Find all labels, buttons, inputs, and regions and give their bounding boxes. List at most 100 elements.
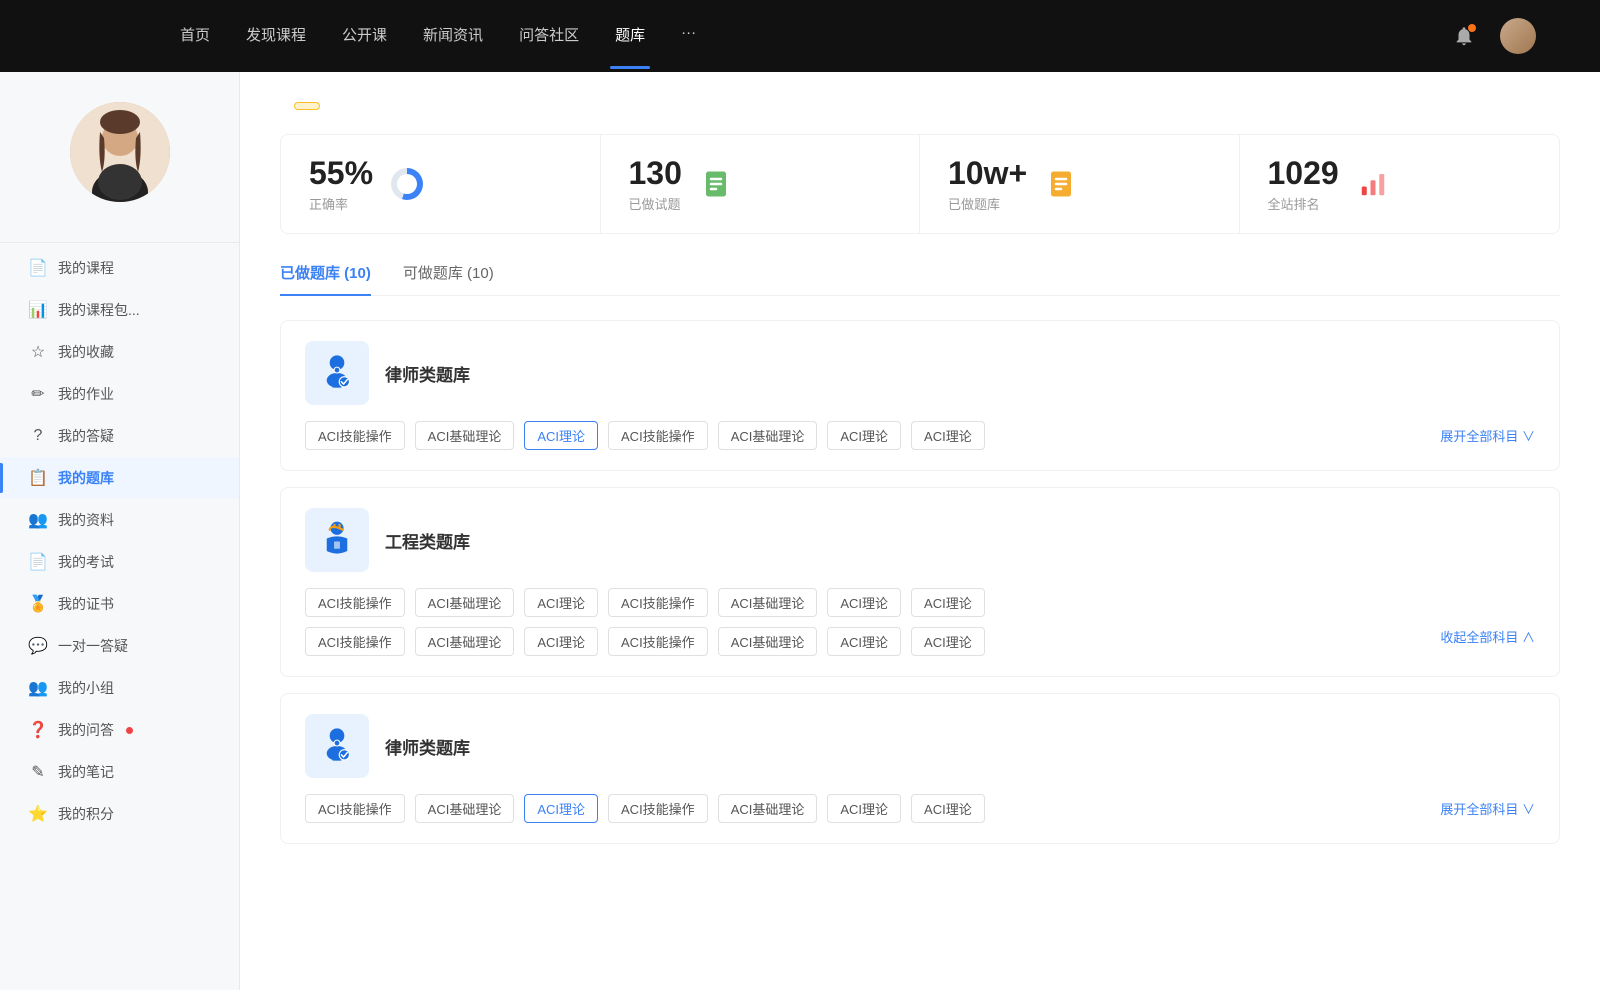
sidebar-item-icon: ✏ xyxy=(28,384,48,404)
bank-extra-tags-row: ACI技能操作 ACI基础理论 ACI理论 ACI技能操作 ACI基础理论 ACI理论 AC… xyxy=(305,627,1535,656)
bank-tag[interactable]: ACI理论 xyxy=(911,588,985,617)
sidebar-item-label: 我的问答 xyxy=(58,720,114,740)
tabs-row: 已做题库 (10) 可做题库 (10) xyxy=(280,262,1560,296)
bank-extra-tag[interactable]: ACI技能操作 xyxy=(608,627,708,656)
expand-link[interactable]: 展开全部科目 ∨ xyxy=(1440,799,1535,818)
sidebar-item-我的资料[interactable]: 👥 我的资料 xyxy=(0,499,239,541)
engineer-icon xyxy=(315,518,359,562)
expand-link[interactable]: 展开全部科目 ∨ xyxy=(1440,426,1535,445)
avatar-image xyxy=(70,102,170,202)
bank-tag[interactable]: ACI理论 xyxy=(911,421,985,450)
bank-tag[interactable]: ACI理论 xyxy=(524,588,598,617)
bank-tag[interactable]: ACI基础理论 xyxy=(718,588,818,617)
stat-card-3: 1029全站排名 xyxy=(1240,135,1560,233)
sidebar-item-我的收藏[interactable]: ☆我的收藏 xyxy=(0,331,239,373)
bank-tag[interactable]: ACI基础理论 xyxy=(718,794,818,823)
bank-tag[interactable]: ACI理论 xyxy=(911,794,985,823)
nav-link[interactable]: ··· xyxy=(681,24,696,49)
sidebar-item-icon: 👥 xyxy=(28,510,48,530)
nav-links: 首页 发现课程 公开课 新闻资讯 问答社区 题库 ··· xyxy=(180,24,1428,49)
sidebar-item-我的课程[interactable]: 📄我的课程 xyxy=(0,247,239,289)
sidebar-item-label: 我的积分 xyxy=(58,804,114,824)
bank-tag[interactable]: ACI技能操作 xyxy=(608,421,708,450)
sidebar-item-一对一答疑[interactable]: 💬 一对一答疑 xyxy=(0,625,239,667)
sidebar-item-label: 我的资料 xyxy=(58,510,114,530)
sidebar-item-我的考试[interactable]: 📄我的考试 xyxy=(0,541,239,583)
bank-extra-tag[interactable]: ACI基础理论 xyxy=(718,627,818,656)
bank-tag[interactable]: ACI基础理论 xyxy=(415,794,515,823)
bell-dot xyxy=(1468,24,1476,32)
bank-tag[interactable]: ACI理论 xyxy=(524,794,598,823)
sidebar-item-我的课程包...[interactable]: 📊我的课程包... xyxy=(0,289,239,331)
user-avatar[interactable] xyxy=(1500,18,1536,54)
sidebar-item-我的问答[interactable]: ❓我的问答 xyxy=(0,709,239,751)
sidebar-item-label: 我的证书 xyxy=(58,594,114,614)
bank-tag[interactable]: ACI基础理论 xyxy=(415,421,515,450)
bank-tag[interactable]: ACI技能操作 xyxy=(305,794,405,823)
sidebar-item-我的答疑[interactable]: ?我的答疑 xyxy=(0,415,239,457)
sidebar-item-我的小组[interactable]: 👥 我的小组 xyxy=(0,667,239,709)
bank-tag[interactable]: ACI理论 xyxy=(827,794,901,823)
navbar: 首页 发现课程 公开课 新闻资讯 问答社区 题库 ··· xyxy=(0,0,1600,72)
stat-card-1: 130已做试题 xyxy=(601,135,921,233)
bank-extra-tag[interactable]: ACI基础理论 xyxy=(415,627,515,656)
nav-link[interactable]: 新闻资讯 xyxy=(423,24,483,49)
stat-label: 全站排名 xyxy=(1268,194,1339,213)
bank-tag[interactable]: ACI理论 xyxy=(827,588,901,617)
bank-card-1: 工程类题库ACI技能操作ACI基础理论ACI理论ACI技能操作ACI基础理论AC… xyxy=(280,487,1560,677)
bank-card-2: 律师类题库ACI技能操作ACI基础理论ACI理论ACI技能操作ACI基础理论AC… xyxy=(280,693,1560,844)
sidebar-item-label: 我的题库 xyxy=(58,468,114,488)
stat-label: 已做题库 xyxy=(948,194,1027,213)
sidebar-item-我的积分[interactable]: ⭐我的积分 xyxy=(0,793,239,835)
sidebar-item-label: 我的笔记 xyxy=(58,762,114,782)
bank-extra-tag[interactable]: ACI技能操作 xyxy=(305,627,405,656)
sidebar-item-我的作业[interactable]: ✏我的作业 xyxy=(0,373,239,415)
bank-tag[interactable]: ACI技能操作 xyxy=(608,588,708,617)
nav-link[interactable]: 题库 xyxy=(615,24,645,49)
main-content: 55%正确率130已做试题 10w+ 已做题库 1029全站排名 已做题库 (10) 可… xyxy=(240,72,1600,990)
bank-tag[interactable]: ACI理论 xyxy=(524,421,598,450)
main-layout: 📄我的课程📊我的课程包...☆我的收藏✏我的作业?我的答疑📋我的题库 👥 我的资料 📄… xyxy=(0,72,1600,990)
sidebar-item-icon: ✎ xyxy=(28,762,48,782)
sidebar-item-icon: 📄 xyxy=(28,258,48,278)
bank-icon-wrap xyxy=(305,508,369,572)
sidebar: 📄我的课程📊我的课程包...☆我的收藏✏我的作业?我的答疑📋我的题库 👥 我的资料 📄… xyxy=(0,72,240,990)
bank-tag[interactable]: ACI技能操作 xyxy=(608,794,708,823)
nav-link[interactable]: 问答社区 xyxy=(519,24,579,49)
bank-header: 工程类题库 xyxy=(305,508,1535,572)
notification-bell[interactable] xyxy=(1448,20,1480,52)
bank-header: 律师类题库 xyxy=(305,714,1535,778)
stat-card-0: 55%正确率 xyxy=(281,135,601,233)
trial-badge xyxy=(294,102,320,110)
sidebar-item-label: 一对一答疑 xyxy=(58,636,128,656)
bank-tag[interactable]: ACI技能操作 xyxy=(305,421,405,450)
tab-1[interactable]: 可做题库 (10) xyxy=(403,262,494,295)
bank-tag[interactable]: ACI基础理论 xyxy=(718,421,818,450)
bank-extra-tag[interactable]: ACI理论 xyxy=(911,627,985,656)
stat-value: 10w+ xyxy=(948,155,1027,192)
bank-extra-tag[interactable]: ACI理论 xyxy=(524,627,598,656)
nav-link[interactable]: 首页 xyxy=(180,24,210,49)
bank-tag[interactable]: ACI理论 xyxy=(827,421,901,450)
sidebar-item-我的证书[interactable]: 🏅我的证书 xyxy=(0,583,239,625)
sidebar-item-label: 我的考试 xyxy=(58,552,114,572)
sidebar-divider-top xyxy=(0,242,239,243)
bank-tag[interactable]: ACI技能操作 xyxy=(305,588,405,617)
bank-tag[interactable]: ACI基础理论 xyxy=(415,588,515,617)
collapse-link[interactable]: 收起全部科目 ∧ xyxy=(1440,627,1535,656)
sidebar-item-icon: 👥 xyxy=(28,678,48,698)
stat-icon xyxy=(1043,166,1079,202)
stat-icon xyxy=(1355,166,1391,202)
nav-link[interactable]: 公开课 xyxy=(342,24,387,49)
bank-extra-tag[interactable]: ACI理论 xyxy=(827,627,901,656)
profile-avatar xyxy=(70,102,170,202)
lawyer-icon xyxy=(315,724,359,768)
doc-orange-icon xyxy=(1046,169,1076,199)
nav-link[interactable]: 发现课程 xyxy=(246,24,306,49)
sidebar-item-icon: 💬 xyxy=(28,636,48,656)
bank-tags-row: ACI技能操作 ACI基础理论 ACI理论 ACI技能操作 ACI基础理论 ACI理论 AC… xyxy=(305,794,1535,823)
sidebar-item-label: 我的小组 xyxy=(58,678,114,698)
tab-0[interactable]: 已做题库 (10) xyxy=(280,262,371,295)
sidebar-item-我的笔记[interactable]: ✎ 我的笔记 xyxy=(0,751,239,793)
sidebar-item-我的题库[interactable]: 📋我的题库 xyxy=(0,457,239,499)
